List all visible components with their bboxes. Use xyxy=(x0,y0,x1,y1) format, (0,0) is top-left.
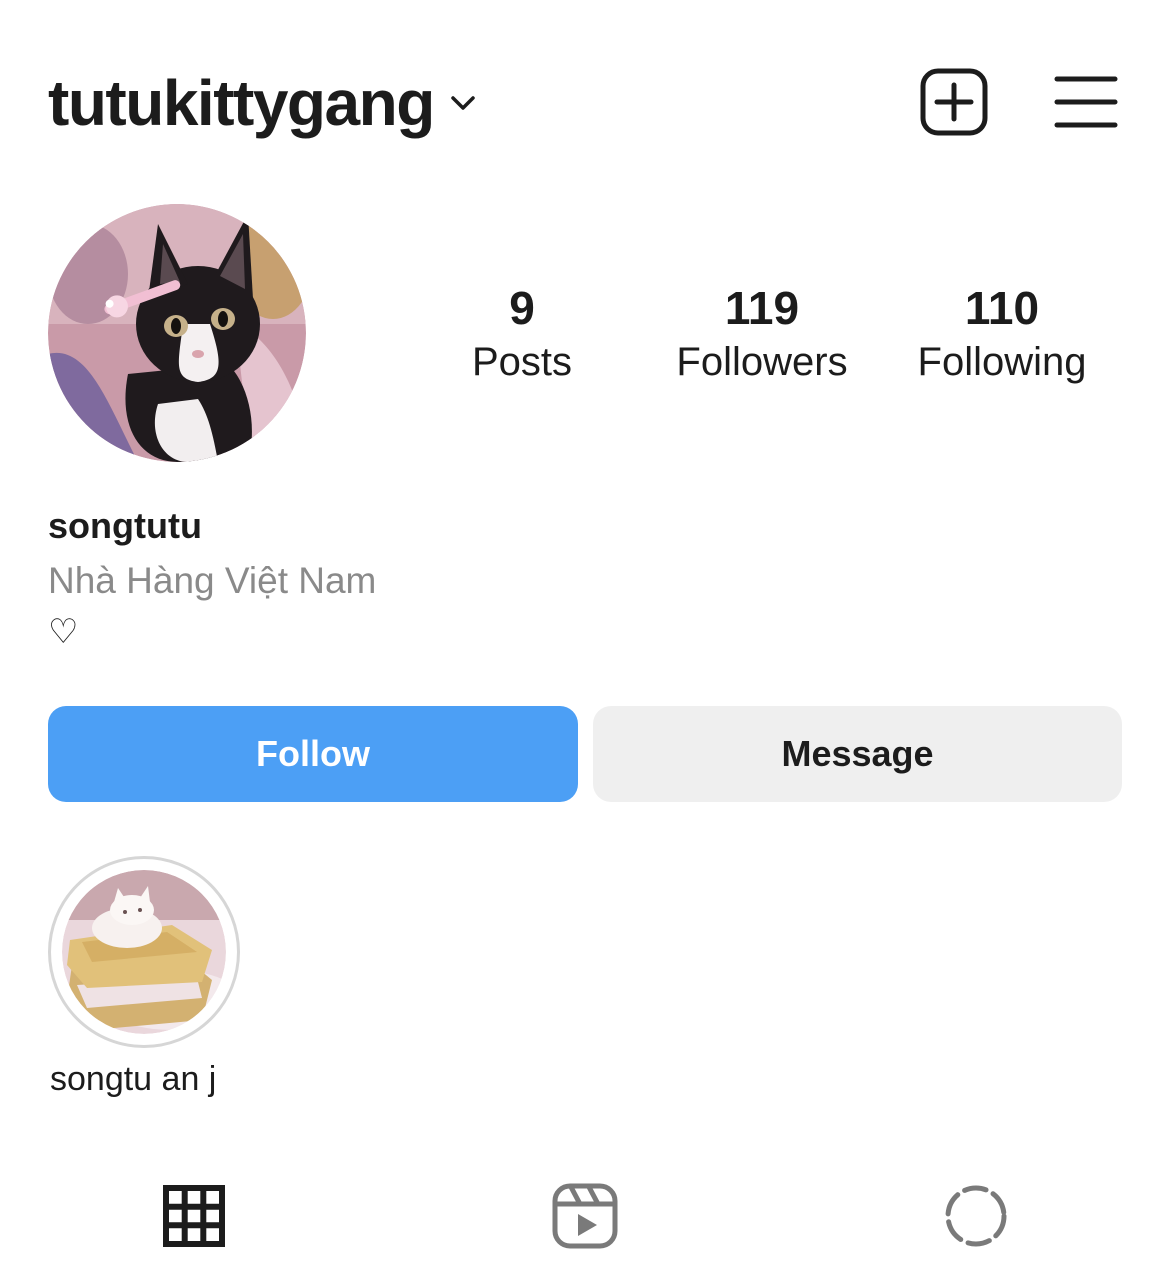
hamburger-menu-icon[interactable] xyxy=(1054,74,1118,130)
story-highlight[interactable] xyxy=(48,856,240,1048)
posts-label: Posts xyxy=(471,340,573,384)
cake-highlight-photo xyxy=(62,870,226,1034)
chevron-down-icon[interactable] xyxy=(448,88,478,118)
stat-posts[interactable]: 9 Posts xyxy=(442,280,602,388)
stat-followers[interactable]: 119 Followers xyxy=(660,280,864,388)
posts-count: 9 xyxy=(509,282,535,334)
profile-header: tutukittygang xyxy=(48,58,478,148)
following-count: 110 xyxy=(964,282,1040,334)
followers-count: 119 xyxy=(724,282,800,334)
grid-icon[interactable] xyxy=(158,1180,230,1252)
message-button[interactable]: Message xyxy=(593,706,1122,802)
profile-avatar[interactable] xyxy=(48,204,306,462)
follow-button[interactable]: Follow xyxy=(48,706,578,802)
profile-username[interactable]: tutukittygang xyxy=(48,66,435,140)
bio-text: ♡ xyxy=(48,612,79,652)
stat-following[interactable]: 110 Following xyxy=(902,280,1102,388)
display-name: songtutu xyxy=(48,505,202,546)
highlight-label[interactable]: songtu an j xyxy=(50,1060,216,1099)
cat-avatar-photo xyxy=(48,204,306,462)
highlight-cover xyxy=(62,870,226,1034)
reels-icon[interactable] xyxy=(549,1180,621,1252)
tagged-icon[interactable] xyxy=(940,1180,1012,1252)
profile-category: Nhà Hàng Việt Nam xyxy=(48,560,377,601)
plus-square-icon[interactable] xyxy=(920,68,988,136)
following-label: Following xyxy=(917,340,1087,384)
followers-label: Followers xyxy=(676,340,848,384)
